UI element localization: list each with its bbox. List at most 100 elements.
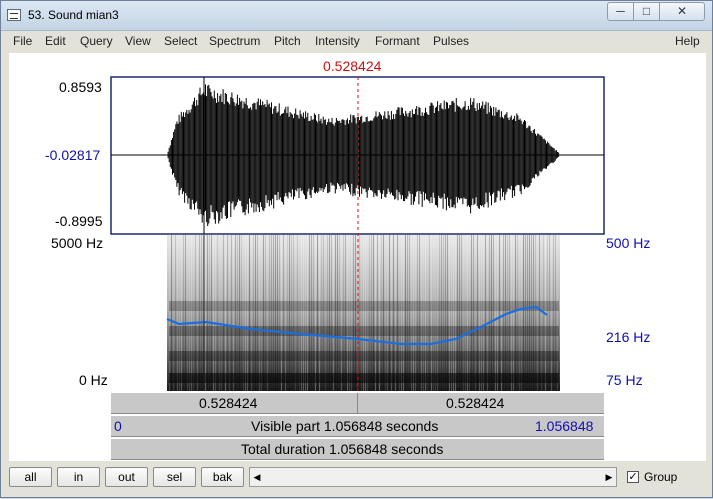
group-label: Group [644, 470, 678, 484]
spectrogram-striation [419, 235, 420, 391]
spectrogram-striation [219, 235, 220, 391]
zoom-back-button[interactable]: bak [201, 467, 244, 487]
spectrogram-striation [381, 235, 382, 391]
spectrogram-striation [175, 235, 176, 391]
scroll-left-arrow-icon[interactable]: ◀ [251, 468, 263, 486]
spectrogram-striation [317, 235, 318, 391]
spectrogram-striation [443, 235, 444, 391]
spectrogram-striation [263, 235, 264, 391]
spectrogram-striation [261, 235, 262, 391]
spectrogram-striation [471, 235, 472, 391]
spectrogram-striation [343, 235, 344, 391]
spectrogram-striation [195, 235, 196, 391]
spectrogram-striation [447, 235, 448, 391]
horizontal-scrollbar[interactable]: ◀ ▶ [249, 467, 617, 487]
spectrogram-striation [477, 235, 478, 391]
spectrogram-striation [537, 235, 538, 391]
spectrogram-striation [487, 235, 488, 391]
spectrogram-striation [393, 235, 394, 391]
spectrogram-striation [223, 235, 224, 391]
spectrogram-striation [359, 235, 360, 391]
spectrogram-striation [367, 235, 368, 391]
spectrogram-striation [453, 235, 454, 391]
spectrogram-striation [461, 235, 462, 391]
spectrogram-striation [523, 235, 524, 391]
spectrogram-striation [315, 235, 316, 391]
spectrogram-striation [383, 235, 384, 391]
spectrogram-striation [535, 235, 536, 391]
visible-start: 0 [114, 418, 122, 434]
zoom-sel-button[interactable]: sel [153, 467, 196, 487]
spectrogram-striation [391, 235, 392, 391]
zoom-all-button[interactable]: all [9, 467, 52, 487]
spectrogram-striation [409, 235, 410, 391]
spectrogram-striation [389, 235, 390, 391]
spectrogram-striation [169, 235, 170, 391]
spectrogram-striation [405, 235, 406, 391]
spectrogram-striation [517, 235, 518, 391]
spectrogram-striation [273, 235, 274, 391]
total-duration-bar[interactable]: Total duration 1.056848 seconds [111, 438, 604, 460]
group-checkbox[interactable]: ✓ [627, 471, 639, 483]
spectrogram-striation [309, 235, 310, 391]
spectrogram-striation [279, 235, 280, 391]
spectrogram-striation [285, 235, 286, 391]
right-segment[interactable]: 0.528424 [358, 393, 604, 413]
spectrogram-striation [365, 235, 366, 391]
spectrogram-striation [329, 235, 330, 391]
spectrogram-striation [439, 235, 440, 391]
spectrogram-striation [551, 235, 552, 391]
bottom-toolbar: all in out sel bak ◀ ▶ ✓ Group [1, 462, 712, 494]
spectrogram-striation [215, 235, 216, 391]
spectrogram-striation [361, 235, 362, 391]
spectrogram-striation [489, 235, 490, 391]
spectrogram-striation [259, 235, 260, 391]
spectrogram-striation [413, 235, 414, 391]
spectrogram-striation [319, 235, 320, 391]
spectrogram-striation [465, 235, 466, 391]
spectrogram-striation [519, 235, 520, 391]
spectrogram-striation [451, 235, 452, 391]
formant-band [169, 351, 559, 361]
spectrogram-striation [327, 235, 328, 391]
spectrogram-striation [303, 235, 304, 391]
left-segment[interactable]: 0.528424 [111, 393, 358, 413]
pitch-cursor-value: 216 Hz [606, 329, 651, 345]
spectrogram-striation [541, 235, 542, 391]
spectrogram-striation [297, 235, 298, 391]
spectrogram-striation [455, 235, 456, 391]
spectrogram-striation [287, 235, 288, 391]
spectrogram-striation [347, 235, 348, 391]
spectrogram-striation [325, 235, 326, 391]
spectrogram-striation [411, 235, 412, 391]
spectrogram-striation [331, 235, 332, 391]
formant-band [169, 326, 559, 336]
spectrogram-striation [373, 235, 374, 391]
spectrogram-striation [307, 235, 308, 391]
spectrogram-striation [321, 235, 322, 391]
spectrogram-striation [485, 235, 486, 391]
spectrogram-striation [415, 235, 416, 391]
zoom-out-button[interactable]: out [105, 467, 148, 487]
spectrogram-striation [549, 235, 550, 391]
visible-part-bar[interactable]: 0 Visible part 1.056848 seconds 1.056848 [111, 415, 604, 437]
spectrogram-striation [349, 235, 350, 391]
spectrogram-striation [253, 235, 254, 391]
spectrogram-striation [235, 235, 236, 391]
spectrogram-striation [417, 235, 418, 391]
spectrogram-striation [475, 235, 476, 391]
spectrogram-striation [467, 235, 468, 391]
waveform-max-label: 0.8593 [59, 79, 102, 95]
spectrogram-striation [239, 235, 240, 391]
spectrogram-striation [333, 235, 334, 391]
spectrogram-striation [527, 235, 528, 391]
spectrogram-striation [387, 235, 388, 391]
cursor-time-label: 0.528424 [323, 58, 382, 74]
spectrogram-striation [533, 235, 534, 391]
spectrogram-max-freq: 5000 Hz [51, 235, 104, 251]
zoom-in-button[interactable]: in [57, 467, 100, 487]
spectrogram-striation [311, 235, 312, 391]
scroll-right-arrow-icon[interactable]: ▶ [603, 468, 615, 486]
spectrogram-striation [181, 235, 182, 391]
spectrogram-striation [189, 235, 190, 391]
